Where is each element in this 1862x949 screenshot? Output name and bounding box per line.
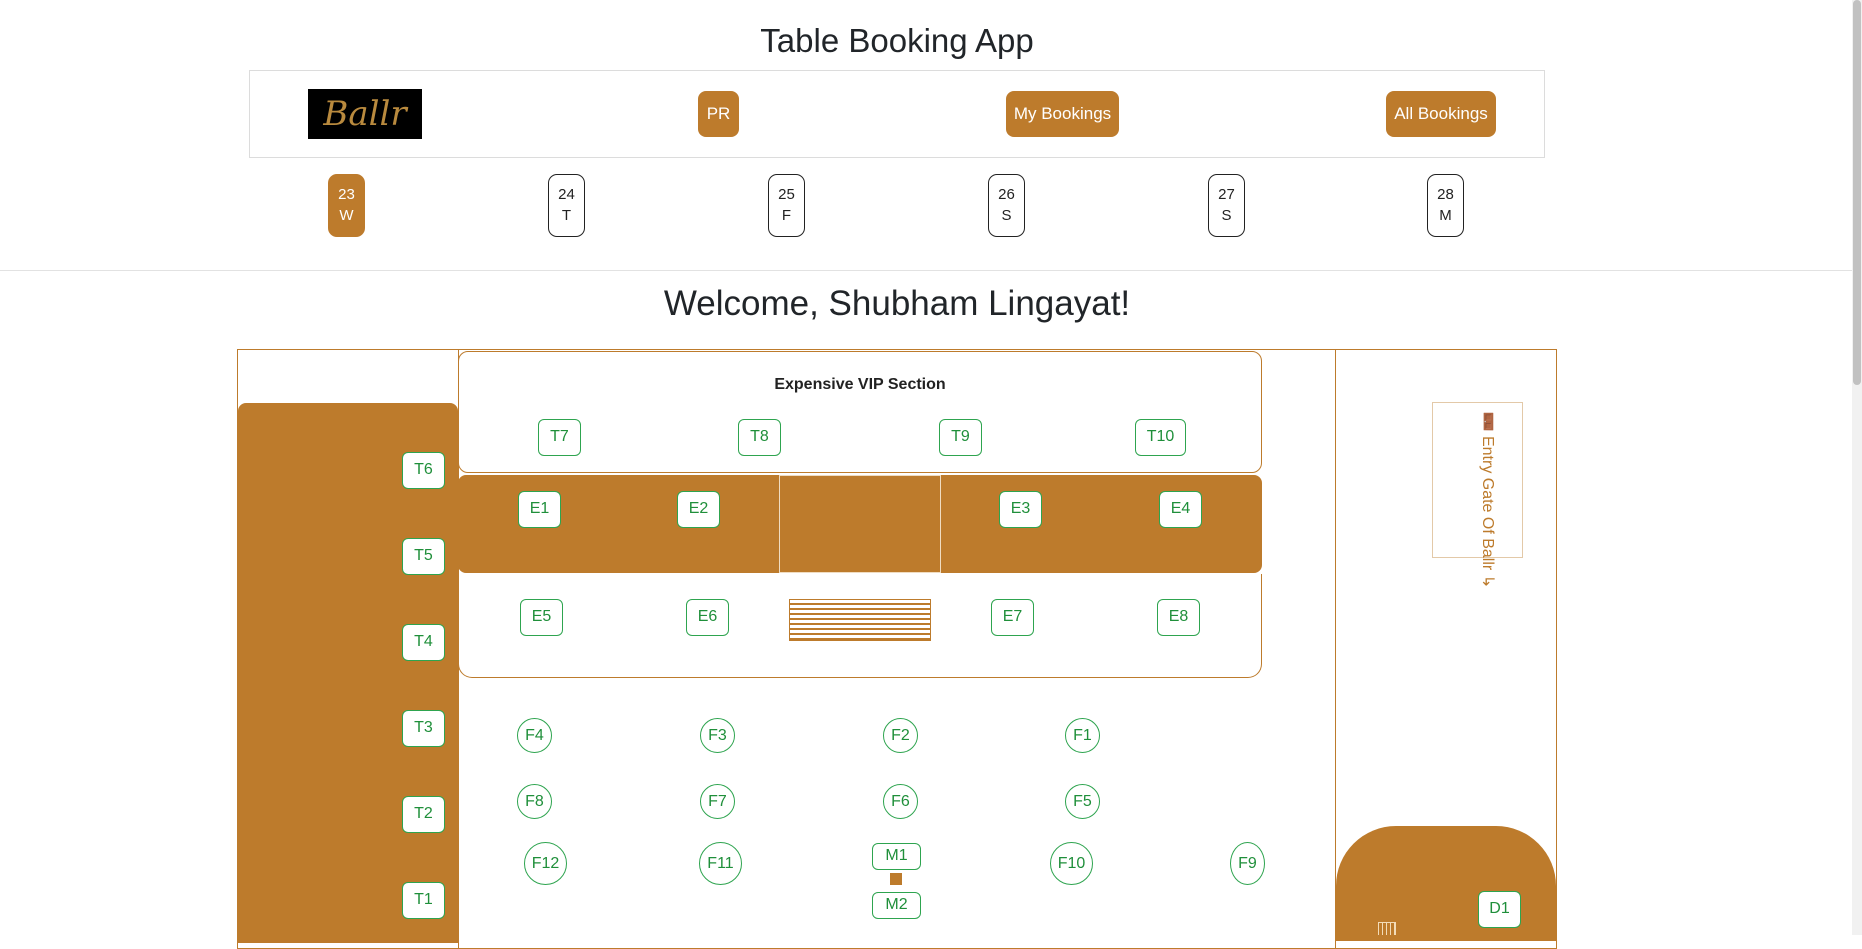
date-button-25[interactable]: 25 F: [768, 174, 805, 237]
all-bookings-button[interactable]: All Bookings: [1386, 91, 1496, 137]
table-f6[interactable]: F6: [883, 784, 918, 819]
table-t7[interactable]: T7: [538, 419, 581, 456]
table-e6[interactable]: E6: [686, 599, 729, 636]
my-bookings-button[interactable]: My Bookings: [1006, 91, 1119, 137]
date-weekday: S: [1001, 207, 1012, 224]
table-t2[interactable]: T2: [402, 796, 445, 833]
table-t10[interactable]: T10: [1135, 419, 1186, 456]
dance-floor: [789, 599, 931, 641]
date-day: 24: [558, 186, 575, 203]
table-f11[interactable]: F11: [699, 842, 742, 885]
table-t5[interactable]: T5: [402, 538, 445, 575]
date-button-24[interactable]: 24 T: [548, 174, 585, 237]
table-f1[interactable]: F1: [1065, 718, 1100, 753]
scrollbar-thumb[interactable]: [1853, 0, 1861, 385]
date-button-26[interactable]: 26 S: [988, 174, 1025, 237]
ballr-logo[interactable]: Ballr: [308, 89, 422, 139]
table-t9[interactable]: T9: [939, 419, 982, 456]
table-e1[interactable]: E1: [518, 491, 561, 528]
date-day: 23: [338, 186, 355, 203]
table-f10[interactable]: F10: [1050, 842, 1093, 885]
date-day: 25: [778, 186, 795, 203]
date-day: 28: [1437, 186, 1454, 203]
table-e3[interactable]: E3: [999, 491, 1042, 528]
app-title: Table Booking App: [760, 22, 1034, 59]
date-weekday: T: [561, 207, 572, 224]
table-e8[interactable]: E8: [1157, 599, 1200, 636]
table-f4[interactable]: F4: [517, 718, 552, 753]
nav-bar: [249, 70, 1545, 158]
welcome-message: Welcome, Shubham Lingayat!: [663, 284, 1131, 323]
date-button-23[interactable]: 23 W: [328, 174, 365, 237]
table-f9[interactable]: F9: [1230, 842, 1265, 885]
pr-button[interactable]: PR: [698, 91, 739, 137]
table-f8[interactable]: F8: [517, 784, 552, 819]
entry-gate-label: 🚪 Entry Gate Of Ballr ↳: [1479, 412, 1496, 589]
m-table-divider: [890, 873, 902, 885]
date-day: 26: [998, 186, 1015, 203]
table-d1[interactable]: D1: [1478, 891, 1521, 928]
date-weekday: W: [339, 207, 354, 224]
date-weekday: M: [1439, 207, 1452, 224]
table-t8[interactable]: T8: [738, 419, 781, 456]
date-day: 27: [1218, 186, 1235, 203]
table-t1[interactable]: T1: [402, 882, 445, 919]
speaker-icon: [1378, 922, 1396, 935]
table-t4[interactable]: T4: [402, 624, 445, 661]
date-button-27[interactable]: 27 S: [1208, 174, 1245, 237]
table-f3[interactable]: F3: [700, 718, 735, 753]
date-weekday: F: [781, 207, 792, 224]
table-t6[interactable]: T6: [402, 452, 445, 489]
table-f5[interactable]: F5: [1065, 784, 1100, 819]
table-f7[interactable]: F7: [700, 784, 735, 819]
date-weekday: S: [1221, 207, 1232, 224]
dj-area: [1336, 826, 1556, 941]
date-button-28[interactable]: 28 M: [1427, 174, 1464, 237]
table-e5[interactable]: E5: [520, 599, 563, 636]
stage-area: [779, 475, 941, 573]
table-e2[interactable]: E2: [677, 491, 720, 528]
table-e7[interactable]: E7: [991, 599, 1034, 636]
vip-section-title: Expensive VIP Section: [774, 376, 946, 393]
table-f2[interactable]: F2: [883, 718, 918, 753]
table-m2[interactable]: M2: [872, 892, 921, 919]
table-m1[interactable]: M1: [872, 843, 921, 870]
header-divider: [0, 270, 1854, 271]
table-e4[interactable]: E4: [1159, 491, 1202, 528]
table-f12[interactable]: F12: [524, 842, 567, 885]
table-t3[interactable]: T3: [402, 710, 445, 747]
